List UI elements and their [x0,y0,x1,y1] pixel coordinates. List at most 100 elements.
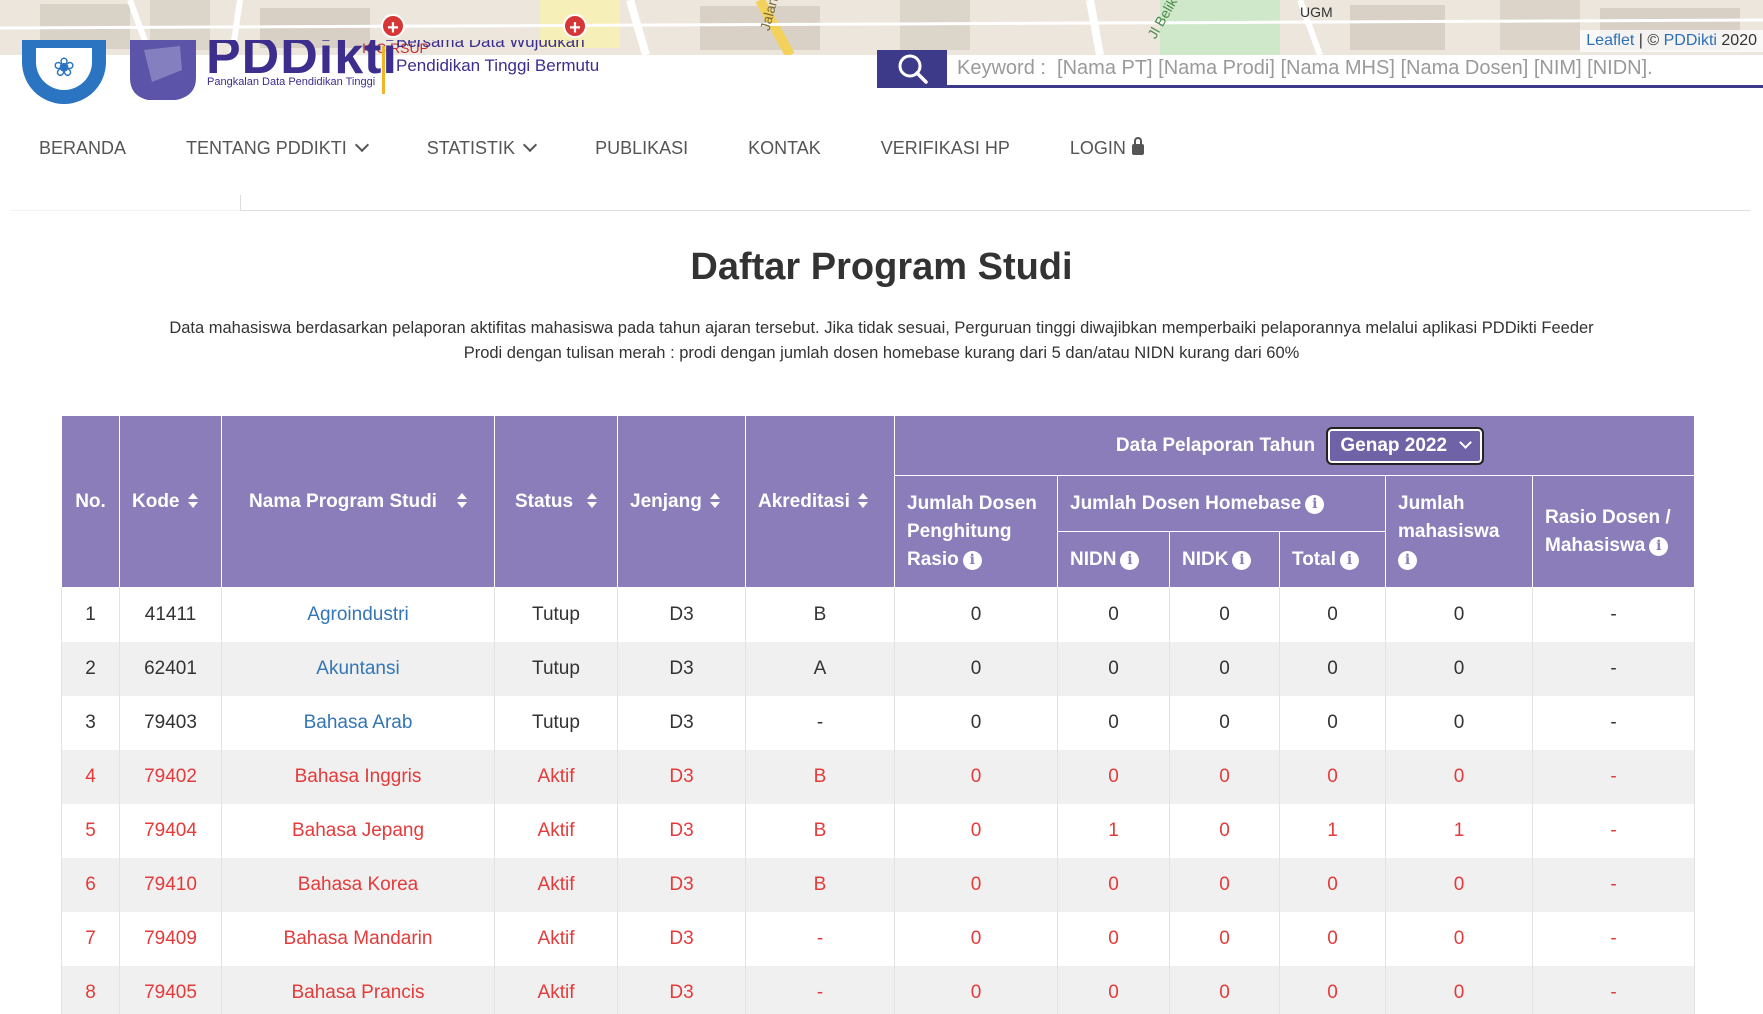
cell-jenjang: D3 [617,587,746,642]
search-icon [898,54,928,84]
cell-status: Aktif [494,965,618,1014]
cell-mahasiswa: 0 [1385,641,1533,696]
header-jenjang[interactable]: Jenjang [617,415,746,588]
header-nama-program-studi[interactable]: Nama Program Studi [221,415,495,588]
logo-divider [382,46,385,94]
cell-dosen-rasio: 0 [894,965,1058,1014]
info-icon[interactable]: i [1649,536,1669,556]
cell-nama-prodi-link[interactable]: Bahasa Arab [221,695,495,750]
pddikti-link[interactable]: PDDikti [1664,32,1717,49]
header-logo[interactable]: ❀ PDDikti Pangkalan Data Pendidikan Ting… [20,40,640,110]
header-label: Mahasiswa [1545,534,1646,556]
hospital-marker-icon[interactable]: + [563,14,587,39]
info-icon[interactable]: i [1305,494,1325,514]
header-nidk: NIDK i [1169,531,1280,588]
tagline-line-1: Bersama Data Wujudkan [396,40,585,51]
cell-akreditasi: A [745,641,895,696]
divider [10,210,240,211]
sort-icon[interactable] [709,492,720,508]
nav-kontak[interactable]: KONTAK [729,128,840,168]
cell-jenjang: D3 [617,641,746,696]
nav-beranda[interactable]: BERANDA [20,128,145,168]
info-icon[interactable]: i [1232,550,1252,570]
cell-jenjang: D3 [617,803,746,858]
cell-nidk: 0 [1169,695,1280,750]
cell-nidk: 0 [1169,857,1280,912]
search-button[interactable] [877,50,947,86]
cell-nidn: 0 [1057,695,1170,750]
header-label: Jumlah [1398,492,1465,514]
cell-dosen-rasio: 0 [894,803,1058,858]
cell-nidn: 0 [1057,587,1170,642]
search-input[interactable] [957,52,1757,84]
cell-status: Tutup [494,587,618,642]
cell-nidn: 0 [1057,749,1170,804]
nav-label: BERANDA [39,137,127,158]
page-title: Daftar Program Studi [690,246,1073,288]
info-icon[interactable]: i [1398,550,1417,570]
header-jumlah-dosen-homebase: Jumlah Dosen Homebase i [1057,475,1386,532]
divider [240,195,241,211]
cell-total: 1 [1279,803,1386,858]
header-total: Total i [1279,531,1386,588]
cell-no: 8 [61,965,120,1014]
header-nidn: NIDN i [1057,531,1170,588]
hospital-marker-icon[interactable]: + [381,14,405,39]
header-label: Total [1292,548,1336,570]
cell-dosen-rasio: 0 [894,749,1058,804]
header-label: NIDN [1070,548,1117,570]
nav-verifikasi-hp[interactable]: VERIFIKASI HP [862,128,1029,168]
cell-mahasiswa: 0 [1385,965,1533,1014]
nav-label: KONTAK [748,137,821,158]
cell-dosen-rasio: 0 [894,641,1058,696]
cell-rasio: - [1531,749,1696,804]
header-label: Status [514,490,574,512]
cell-akreditasi: - [745,911,895,966]
sort-icon[interactable] [857,492,868,508]
year-select-value: Genap 2022 [1340,434,1448,456]
cell-mahasiswa: 0 [1385,749,1533,804]
nav-statistik[interactable]: STATISTIK [408,128,554,168]
cell-akreditasi: B [745,857,895,912]
header-kode[interactable]: Kode [119,415,222,588]
nav-label: TENTANG PDDIKTI [186,137,347,158]
info-icon[interactable]: i [962,550,982,570]
header-label: Akreditasi [758,490,850,512]
year-select[interactable]: Genap 2022 [1326,426,1485,465]
description-line-2: Prodi dengan tulisan merah : prodi denga… [463,344,1300,362]
cell-nama-prodi-link[interactable]: Agroindustri [221,587,495,642]
cell-kode: 79409 [119,911,222,966]
header-status[interactable]: Status [494,415,618,588]
header-label: NIDK [1182,548,1229,570]
cell-nama-prodi-link[interactable]: Bahasa Prancis [221,965,495,1014]
logo-subtitle: Pangkalan Data Pendidikan Tinggi [207,76,376,88]
cell-nama-prodi-link[interactable]: Bahasa Mandarin [221,911,495,966]
sort-icon[interactable] [456,492,467,508]
cell-kode: 41411 [119,587,222,642]
cell-nidn: 1 [1057,803,1170,858]
sort-icon[interactable] [587,492,598,508]
cell-mahasiswa: 1 [1385,803,1533,858]
nav-tentang-pddikti[interactable]: TENTANG PDDIKTI [167,128,386,168]
cell-kode: 79405 [119,965,222,1014]
cell-nama-prodi-link[interactable]: Akuntansi [221,641,495,696]
header-label: Nama Program Studi [249,490,437,512]
cell-nidn: 0 [1057,965,1170,1014]
sort-icon[interactable] [187,492,198,508]
cell-nama-prodi-link[interactable]: Bahasa Inggris [221,749,495,804]
info-icon[interactable]: i [1120,550,1140,570]
info-icon[interactable]: i [1339,550,1359,570]
cell-total: 0 [1279,911,1386,966]
cell-total: 0 [1279,641,1386,696]
nav-login[interactable]: LOGIN [1051,128,1163,168]
nav-publikasi[interactable]: PUBLIKASI [576,128,707,168]
cell-nama-prodi-link[interactable]: Bahasa Jepang [221,803,495,858]
header-akreditasi[interactable]: Akreditasi [745,415,895,588]
cell-no: 3 [61,695,120,750]
leaflet-link[interactable]: Leaflet [1586,32,1634,49]
cell-no: 7 [61,911,120,966]
cell-nama-prodi-link[interactable]: Bahasa Korea [221,857,495,912]
cell-akreditasi: B [745,749,895,804]
header-jumlah-mahasiswa: Jumlah mahasiswa i [1385,475,1533,588]
cell-status: Tutup [494,641,618,696]
